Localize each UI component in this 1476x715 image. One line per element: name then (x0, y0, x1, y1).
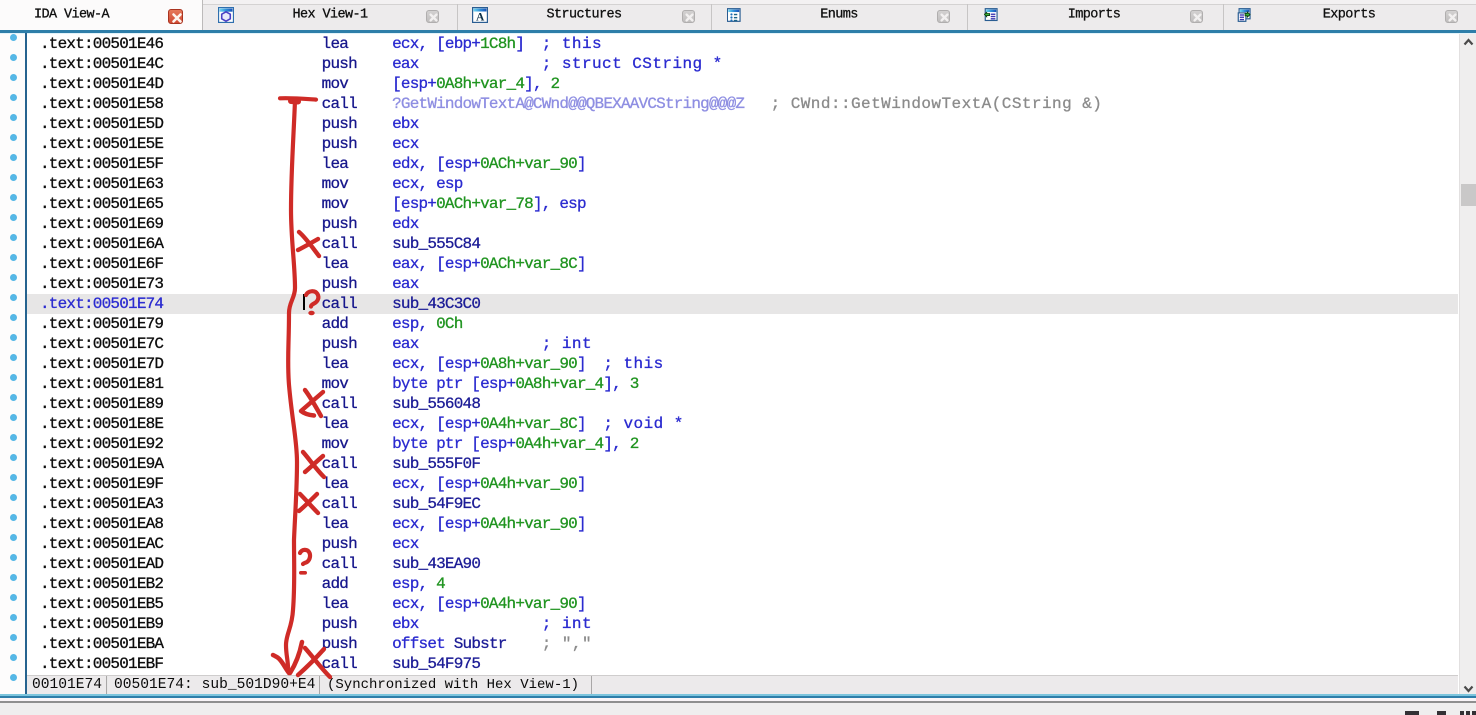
svg-text:A: A (476, 11, 485, 23)
